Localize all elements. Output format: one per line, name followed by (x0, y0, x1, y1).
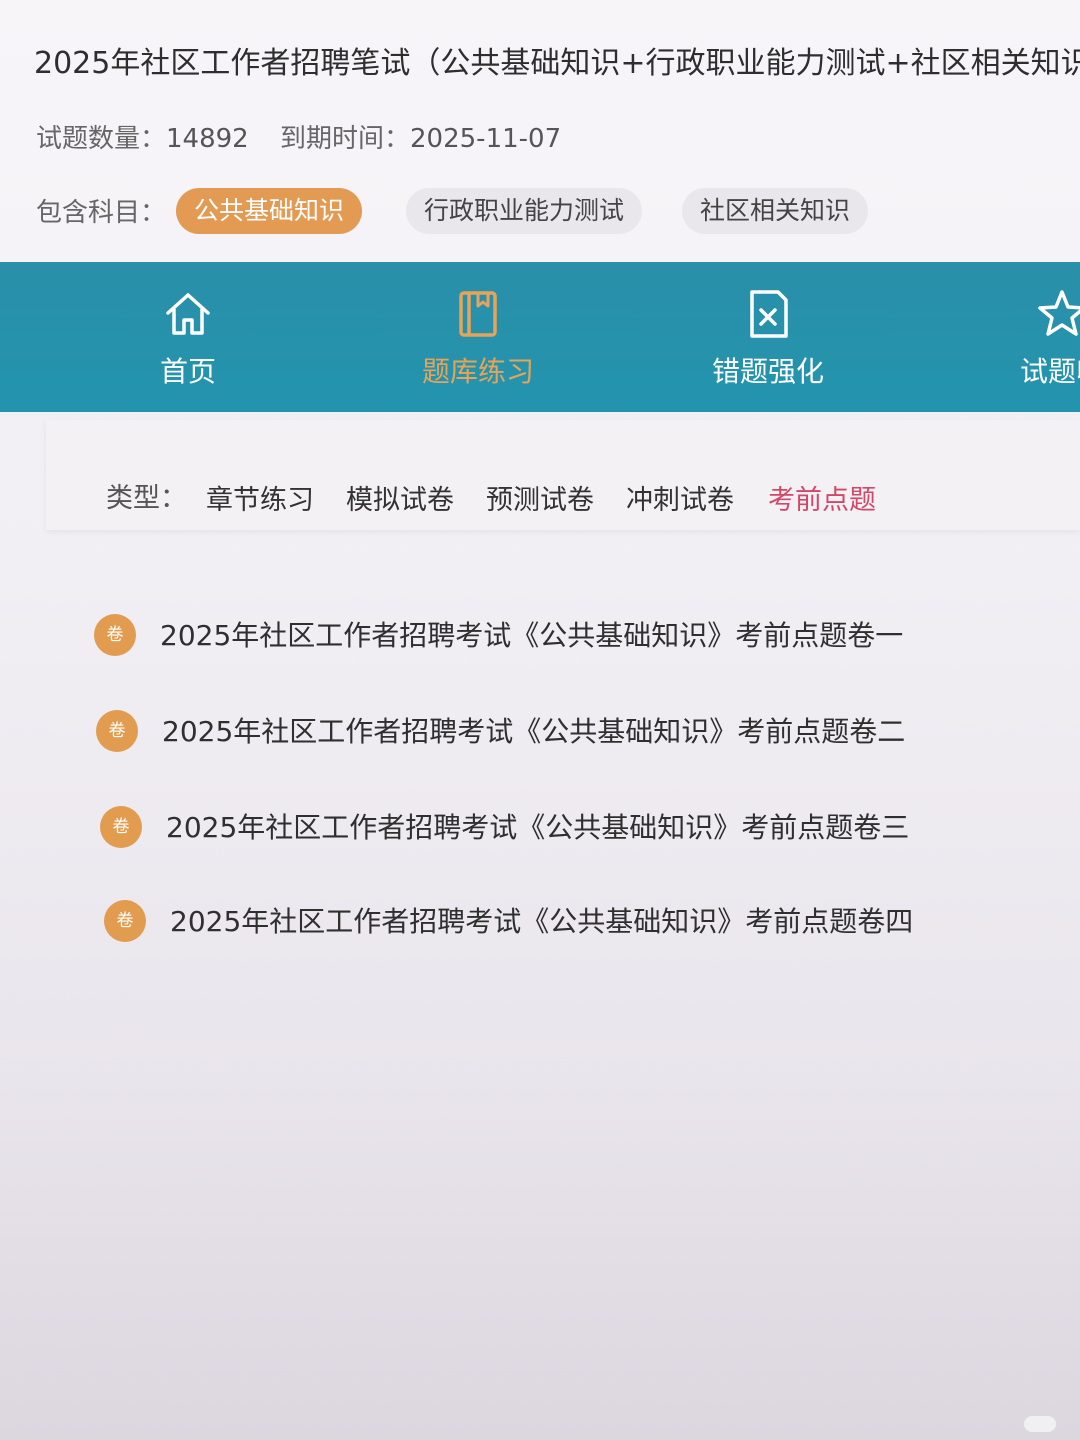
subject-chip-community-knowledge[interactable]: 社区相关知识 (682, 188, 869, 234)
paper-title[interactable]: 2025年社区工作者招聘考试《公共基础知识》考前点题卷二 (162, 710, 905, 750)
nav-question-bank[interactable]: 题库练习 (378, 262, 578, 412)
paper-badge-icon: 卷 (100, 806, 142, 848)
type-filter-bar: 类型： 章节练习 模拟试卷 预测试卷 冲刺试卷 考前点题 (46, 420, 1080, 530)
star-icon (1038, 290, 1080, 336)
paper-badge-icon: 卷 (94, 614, 136, 656)
nav-favorites[interactable]: 试题收 (962, 262, 1080, 412)
wrong-questions-icon (750, 290, 788, 338)
nav-wrong-questions-label: 错题强化 (711, 355, 824, 388)
question-count-value: 14892 (166, 124, 249, 154)
nav-wrong-questions[interactable]: 错题强化 (668, 262, 868, 412)
subjects-label: 包含科目： (36, 198, 167, 228)
nav-question-bank-label: 题库练习 (421, 355, 534, 388)
type-tab-chapter-practice[interactable]: 章节练习 (206, 478, 314, 517)
expiry-label: 到期时间： (280, 124, 411, 154)
main-nav: 首页 题库练习 错题强化 试题收 (0, 262, 1080, 412)
exam-title: 2025年社区工作者招聘笔试（公共基础知识+行政职业能力测试+社区相关知识）题库 (34, 46, 1080, 81)
type-tab-mock-paper[interactable]: 模拟试卷 (346, 478, 454, 517)
paper-title[interactable]: 2025年社区工作者招聘考试《公共基础知识》考前点题卷四 (170, 900, 913, 940)
paper-title[interactable]: 2025年社区工作者招聘考试《公共基础知识》考前点题卷一 (160, 614, 903, 654)
paper-badge-icon: 卷 (96, 710, 138, 752)
question-count-label: 试题数量： (36, 124, 167, 154)
book-icon (459, 291, 497, 337)
nav-home[interactable]: 首页 (88, 262, 288, 412)
paper-title[interactable]: 2025年社区工作者招聘考试《公共基础知识》考前点题卷三 (166, 806, 909, 846)
exam-header: 2025年社区工作者招聘笔试（公共基础知识+行政职业能力测试+社区相关知识）题库… (0, 0, 1080, 262)
nav-home-label: 首页 (159, 355, 216, 388)
home-icon (166, 293, 210, 335)
subject-chip-administrative-aptitude[interactable]: 行政职业能力测试 (406, 188, 643, 234)
expiry-date: 到期时间：2025-11-07 (280, 118, 561, 155)
question-count: 试题数量：14892 (36, 118, 249, 155)
expiry-value: 2025-11-07 (410, 124, 562, 154)
subject-chip-public-basics[interactable]: 公共基础知识 (176, 188, 363, 234)
type-tab-prediction-paper[interactable]: 预测试卷 (486, 478, 594, 517)
type-label: 类型： (106, 483, 187, 514)
nav-favorites-label: 试题收 (1019, 355, 1080, 388)
paper-badge-icon: 卷 (104, 900, 146, 942)
type-tab-pre-exam-points[interactable]: 考前点题 (768, 478, 876, 517)
watermark-mark (1024, 1416, 1056, 1432)
type-tab-sprint-paper[interactable]: 冲刺试卷 (626, 478, 734, 517)
